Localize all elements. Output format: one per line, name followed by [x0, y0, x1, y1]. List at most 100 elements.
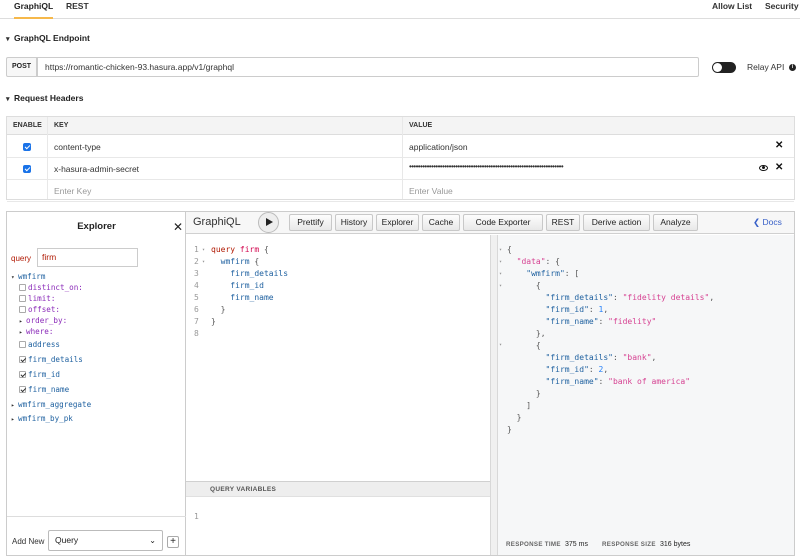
pane-resizer[interactable]	[490, 235, 498, 555]
header-enabled-checkbox[interactable]	[23, 165, 31, 173]
explorer-title: Explorer	[77, 221, 116, 232]
tree-field[interactable]: firm_name	[19, 385, 69, 394]
security-link[interactable]: Security	[765, 0, 799, 19]
checkbox-checked-icon	[19, 356, 26, 363]
checkbox-icon	[19, 306, 26, 313]
relay-api-toggle[interactable]	[712, 62, 736, 73]
tab-graphiql[interactable]: GraphiQL	[14, 0, 54, 19]
chevron-down-icon: ▾	[11, 274, 15, 281]
rest-button[interactable]: REST	[546, 214, 580, 231]
close-icon[interactable]: ✕	[775, 140, 783, 151]
tree-field[interactable]: firm_details	[19, 355, 83, 364]
tree-root-wmfirm-by-pk[interactable]: ▸ wmfirm_by_pk	[11, 414, 73, 423]
new-header-key-input[interactable]: Enter Key	[54, 186, 91, 196]
tree-arg[interactable]: limit:	[19, 294, 55, 303]
info-icon[interactable]: i	[789, 64, 796, 71]
graphiql-title: GraphiQL	[193, 216, 241, 228]
json-line: "firm_details": "bank",	[545, 353, 657, 362]
run-query-button[interactable]	[258, 212, 279, 233]
analyze-button[interactable]: Analyze	[653, 214, 698, 231]
fold-arrow-icon[interactable]: ▾	[202, 247, 205, 253]
allow-list-link[interactable]: Allow List	[712, 0, 752, 19]
json-line: "firm_details": "fidelity details",	[545, 293, 715, 302]
fold-arrow-icon[interactable]: ▾	[202, 259, 205, 265]
tree-field[interactable]: firm_id	[19, 370, 60, 379]
tree-arg[interactable]: offset:	[19, 305, 60, 314]
json-line: {	[507, 245, 512, 254]
table-row: x-hasura-admin-secret ••••••••••••••••••…	[7, 158, 794, 180]
json-line: }	[507, 413, 522, 422]
fold-arrow-icon[interactable]: ▾	[499, 271, 502, 277]
derive-action-button[interactable]: Derive action	[583, 214, 650, 231]
code-line: firm_id	[230, 281, 264, 290]
header-value[interactable]: application/json	[409, 142, 468, 152]
json-line: {	[507, 341, 541, 350]
json-line: ]	[507, 401, 532, 410]
request-headers-header[interactable]: ▾ Request Headers	[6, 93, 83, 103]
col-key: KEY	[54, 122, 69, 129]
line-number: 3	[194, 269, 199, 278]
endpoint-url-input[interactable]: https://romantic-chicken-93.hasura.app/v…	[37, 57, 699, 77]
chevron-down-icon: ⌄	[149, 536, 156, 545]
fold-arrow-icon[interactable]: ▾	[499, 342, 502, 348]
code-exporter-button[interactable]: Code Exporter	[463, 214, 543, 231]
headers-table-head: ENABLE KEY VALUE	[7, 117, 794, 135]
line-number: 2	[194, 257, 199, 266]
prettify-button[interactable]: Prettify	[289, 214, 332, 231]
explorer-panel: Explorer ✕ query firm ▾ wmfirm distinct_o…	[7, 212, 186, 555]
add-operation-button[interactable]: +	[167, 536, 179, 548]
code-line: firm_details	[230, 269, 289, 278]
response-time-value: 375 ms	[565, 541, 588, 548]
tree-field[interactable]: address	[19, 340, 60, 349]
docs-button[interactable]: ❮ Docs	[753, 217, 782, 228]
http-method: POST	[6, 57, 37, 77]
chevron-down-icon: ▾	[6, 36, 10, 43]
divider	[402, 117, 403, 199]
query-editor[interactable]: 1 2 3 4 5 6 7 8 ▾ ▾ query firm { wmfirm …	[186, 235, 490, 481]
query-variables-editor[interactable]: 1	[186, 497, 490, 555]
tab-rest[interactable]: REST	[66, 0, 89, 19]
header-value[interactable]: ••••••••••••••••••••••••••••••••••••••••…	[409, 162, 564, 171]
fold-arrow-icon[interactable]: ▾	[499, 283, 502, 289]
response-size-label: RESPONSE SIZE	[602, 541, 656, 548]
section-title: Request Headers	[14, 93, 84, 103]
json-line: "data": {	[516, 257, 560, 266]
json-line: "wmfirm": [	[526, 269, 580, 278]
fold-arrow-icon[interactable]: ▾	[499, 247, 502, 253]
divider	[47, 117, 48, 199]
section-title: GraphQL Endpoint	[14, 33, 90, 43]
explorer-footer: Add New Query ⌄ +	[7, 516, 186, 555]
operation-name-input[interactable]: firm	[37, 248, 138, 267]
checkbox-icon	[19, 341, 26, 348]
checkbox-checked-icon	[19, 386, 26, 393]
chevron-right-icon: ▸	[19, 318, 23, 325]
tree-arg[interactable]: ▸ where:	[19, 327, 53, 336]
query-variables-header[interactable]: QUERY VARIABLES	[186, 481, 490, 497]
tree-arg[interactable]: distinct_on:	[19, 283, 83, 292]
cache-button[interactable]: Cache	[422, 214, 460, 231]
response-stats: RESPONSE TIME 375 ms RESPONSE SIZE 316 b…	[498, 535, 794, 555]
header-key[interactable]: content-type	[54, 142, 101, 152]
line-number: 6	[194, 305, 199, 314]
close-icon[interactable]: ✕	[775, 162, 783, 173]
table-row: content-type application/json ✕	[7, 136, 794, 158]
history-button[interactable]: History	[335, 214, 373, 231]
eye-icon[interactable]	[759, 165, 768, 171]
json-line: },	[507, 329, 546, 338]
col-value: VALUE	[409, 122, 433, 129]
tree-root-wmfirm-aggregate[interactable]: ▸ wmfirm_aggregate	[11, 400, 91, 409]
col-enable: ENABLE	[13, 122, 42, 129]
explorer-button[interactable]: Explorer	[376, 214, 419, 231]
close-icon[interactable]: ✕	[173, 220, 183, 234]
new-header-value-input[interactable]: Enter Value	[409, 186, 453, 196]
graphiql-container: Explorer ✕ query firm ▾ wmfirm distinct_o…	[6, 211, 795, 556]
header-enabled-checkbox[interactable]	[23, 143, 31, 151]
top-nav: GraphiQL REST Allow List Security	[0, 0, 800, 19]
fold-arrow-icon[interactable]: ▾	[499, 259, 502, 265]
operation-type-select[interactable]: Query ⌄	[48, 530, 163, 551]
tree-root-wmfirm[interactable]: ▾ wmfirm	[11, 272, 45, 281]
json-line: "firm_id": 2,	[545, 365, 609, 374]
graphql-endpoint-header[interactable]: ▾ GraphQL Endpoint	[6, 33, 90, 43]
tree-arg[interactable]: ▸ order_by:	[19, 316, 67, 325]
header-key[interactable]: x-hasura-admin-secret	[54, 164, 139, 174]
